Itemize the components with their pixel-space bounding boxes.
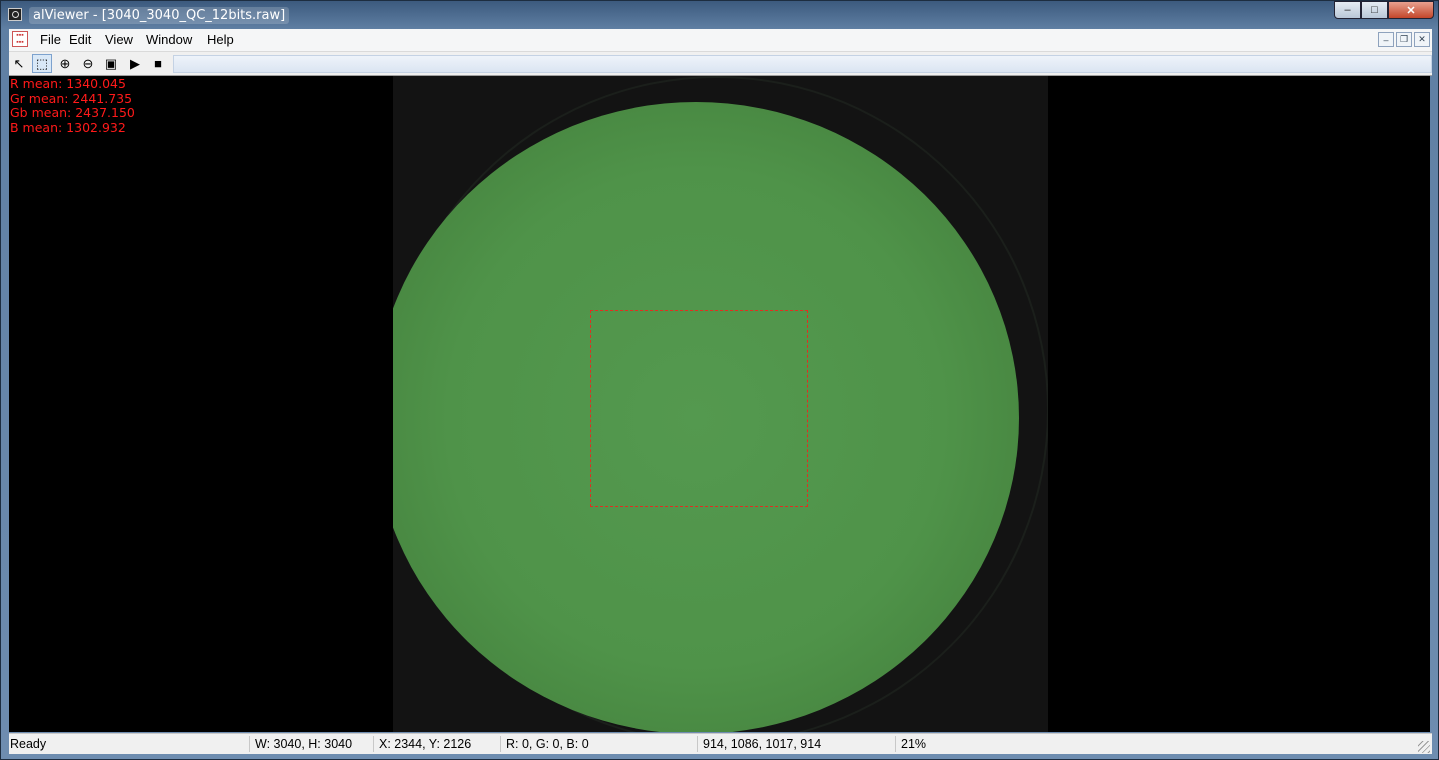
- stats-overlay: R mean: 1340.045 Gr mean: 2441.735 Gb me…: [10, 76, 135, 136]
- status-bar: Ready W: 3040, H: 3040 X: 2344, Y: 2126 …: [9, 733, 1432, 754]
- mdi-buttons: – ❐ ✕: [1378, 32, 1430, 47]
- mdi-restore-button[interactable]: ❐: [1396, 32, 1412, 47]
- status-state: Ready: [10, 737, 47, 751]
- play-icon[interactable]: ▶: [125, 54, 145, 73]
- r-mean-label: R mean: 1340.045: [10, 76, 126, 91]
- stop-icon[interactable]: ■: [148, 54, 168, 73]
- menu-bar: ▪▪▪ ▪▪▪ File Edit View Window Help – ❐ ✕: [9, 29, 1432, 52]
- status-separator: [500, 736, 501, 752]
- zoom-in-icon[interactable]: ⊕: [55, 54, 75, 73]
- app-window: alViewer - [3040_3040_QC_12bits.raw] – □…: [0, 0, 1439, 760]
- menu-window[interactable]: Window: [142, 31, 196, 48]
- menu-edit[interactable]: Edit: [65, 31, 95, 48]
- mdi-close-button[interactable]: ✕: [1414, 32, 1430, 47]
- status-rgb: R: 0, G: 0, B: 0: [506, 737, 589, 751]
- document-icon[interactable]: ▪▪▪ ▪▪▪: [12, 31, 28, 47]
- minimize-button[interactable]: –: [1334, 1, 1361, 19]
- mdi-minimize-button[interactable]: –: [1378, 32, 1394, 47]
- rect-select-icon[interactable]: ⬚: [32, 54, 52, 73]
- status-separator: [249, 736, 250, 752]
- fit-window-icon[interactable]: ▣: [101, 54, 121, 73]
- gr-mean-label: Gr mean: 2441.735: [10, 90, 133, 106]
- status-roi: 914, 1086, 1017, 914: [703, 737, 822, 751]
- roi-selection-rect[interactable]: [590, 310, 808, 507]
- title-bar[interactable]: alViewer - [3040_3040_QC_12bits.raw] – □…: [1, 1, 1438, 29]
- pointer-arrow-icon[interactable]: ↖: [9, 54, 29, 73]
- menu-help[interactable]: Help: [203, 31, 238, 48]
- menu-file[interactable]: File: [36, 31, 65, 48]
- resize-grip[interactable]: [1418, 741, 1430, 753]
- status-dimensions: W: 3040, H: 3040: [255, 737, 353, 751]
- caption-buttons: – □ ✕: [1334, 1, 1434, 21]
- toolbar: ↖ ⬚ ⊕ ⊖ ▣ ▶ ■: [9, 52, 1432, 76]
- raw-image[interactable]: [393, 76, 1048, 732]
- maximize-button[interactable]: □: [1361, 1, 1388, 19]
- gb-mean-label: Gb mean: 2437.150: [10, 105, 135, 121]
- app-icon[interactable]: [8, 8, 22, 21]
- window-title: alViewer - [3040_3040_QC_12bits.raw]: [29, 7, 290, 24]
- status-zoom: 21%: [901, 737, 927, 751]
- zoom-out-icon[interactable]: ⊖: [78, 54, 98, 73]
- b-mean-label: B mean: 1302.932: [10, 120, 126, 136]
- status-separator: [373, 736, 374, 752]
- image-viewport[interactable]: R mean: 1340.045 Gr mean: 2441.735 Gb me…: [9, 76, 1430, 732]
- close-button[interactable]: ✕: [1388, 1, 1434, 19]
- status-cursor: X: 2344, Y: 2126: [379, 737, 472, 751]
- status-separator: [895, 736, 896, 752]
- status-separator: [697, 736, 698, 752]
- toolbar-strip: [173, 55, 1432, 73]
- menu-view[interactable]: View: [101, 31, 137, 48]
